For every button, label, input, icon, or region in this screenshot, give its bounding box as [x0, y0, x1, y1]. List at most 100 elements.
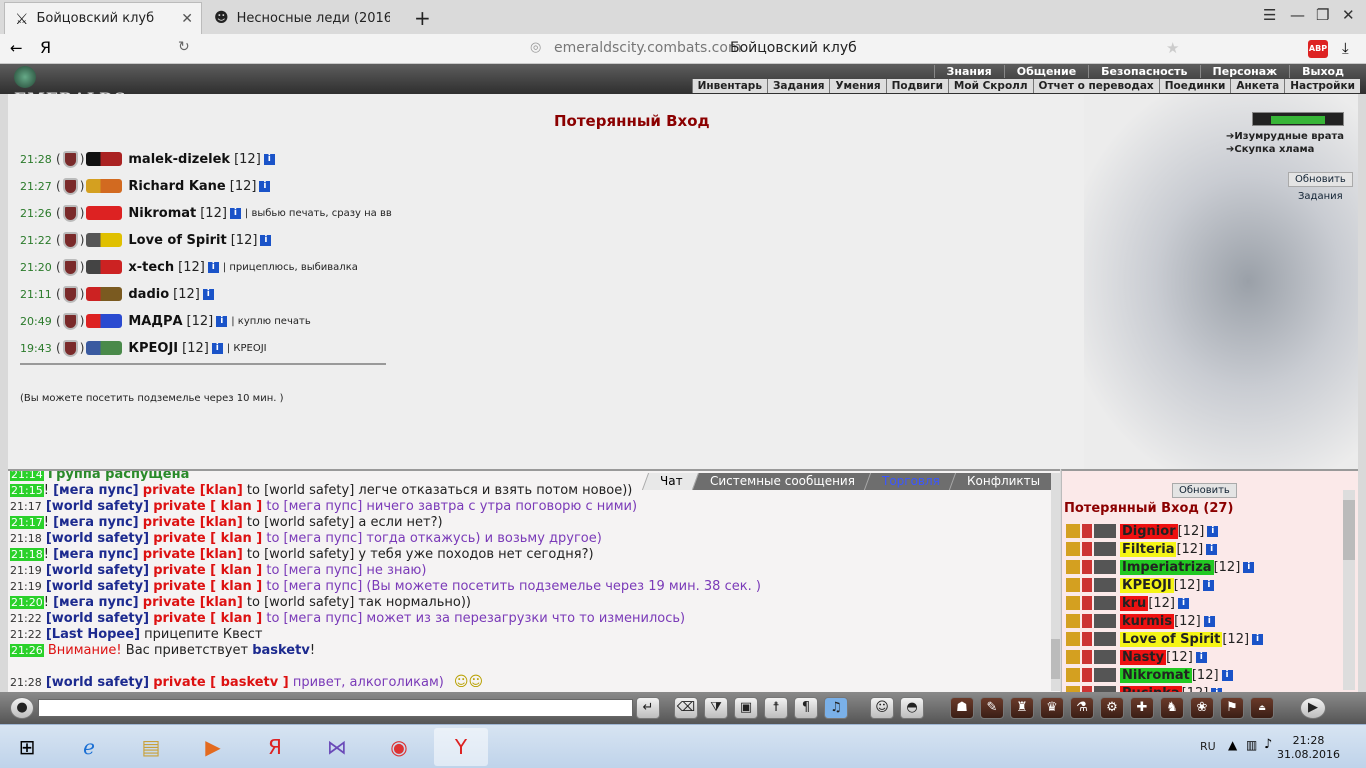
skill-9-icon[interactable]: ❀ — [1190, 697, 1214, 719]
close-icon[interactable]: ✕ — [181, 11, 193, 27]
clan-shield-icon[interactable] — [62, 258, 78, 276]
skill-1-icon[interactable]: ☗ — [950, 697, 974, 719]
exit-icon[interactable]: ⏏ — [1250, 697, 1274, 719]
align-badge-icon[interactable] — [86, 206, 123, 220]
visitor-nick[interactable]: Richard Kane — [128, 179, 225, 194]
chat-input[interactable] — [38, 699, 633, 717]
windows-start-icon[interactable]: ⊞ — [0, 728, 54, 766]
user-nick[interactable]: Love of Spirit — [1120, 631, 1223, 647]
visitor-nick[interactable]: Nikromat — [128, 206, 196, 221]
user-nick[interactable]: kurmis — [1120, 613, 1175, 629]
chat-sender[interactable]: [world safety] — [46, 611, 149, 626]
info-icon[interactable]: i — [1178, 597, 1189, 609]
refresh-button[interactable]: Обновить — [1288, 172, 1353, 187]
yandex-icon[interactable]: Я — [40, 38, 51, 57]
play-icon[interactable]: ▶ — [1300, 697, 1326, 719]
url-text[interactable]: emeraldscity.combats.com — [554, 40, 742, 56]
info-icon[interactable]: i — [1206, 543, 1218, 555]
scroll-thumb[interactable] — [1343, 500, 1355, 560]
translit-icon[interactable]: ¶ — [794, 697, 818, 719]
user-nick[interactable]: kru — [1120, 595, 1149, 611]
language-indicator[interactable]: RU — [1200, 740, 1216, 753]
info-icon[interactable]: i — [1203, 579, 1215, 591]
menu-knowledge[interactable]: Знания — [933, 65, 1004, 78]
align-badge-icon[interactable] — [86, 260, 123, 274]
visitor-nick[interactable]: x-tech — [128, 260, 174, 275]
eraser-icon[interactable]: ⌫ — [674, 697, 698, 719]
new-tab-button[interactable]: + — [404, 2, 434, 34]
user-badges-icon[interactable] — [1066, 578, 1116, 592]
clan-shield-icon[interactable] — [62, 204, 78, 222]
chat-recipient[interactable]: to [мега пупс] — [266, 563, 362, 578]
user-nick[interactable]: Nasty — [1120, 649, 1167, 665]
chat-recipient[interactable]: to [мега пупс] — [266, 611, 362, 626]
chat-sender[interactable]: [мега пупс] — [53, 483, 139, 498]
skill-7-icon[interactable]: ✚ — [1130, 697, 1154, 719]
chrome-icon[interactable]: ◉ — [372, 728, 426, 766]
chat-recipient[interactable]: to [world safety] — [247, 547, 354, 562]
chat-sender[interactable]: [world safety] — [46, 675, 149, 690]
visitor-nick[interactable]: КРЕОЈІ — [128, 341, 178, 356]
submenu-settings[interactable]: Настройки — [1284, 79, 1360, 93]
chat-mode-icon[interactable]: ● — [10, 697, 34, 719]
clan-shield-icon[interactable] — [62, 339, 78, 357]
chat-recipient[interactable]: to [мега пупс] — [266, 531, 362, 546]
minimize-icon[interactable]: — — [1290, 6, 1305, 24]
chat-sender[interactable]: [мега пупс] — [53, 595, 139, 610]
close-window-icon[interactable]: ✕ — [1342, 6, 1355, 24]
chat-scrollbar[interactable] — [1051, 473, 1060, 691]
skill-5-icon[interactable]: ⚗ — [1070, 697, 1094, 719]
visitor-nick[interactable]: malek-dizelek — [128, 152, 230, 167]
link-junk-buyer[interactable]: ➔Скупка хлама — [1226, 143, 1350, 156]
adblock-icon[interactable]: ABP — [1308, 40, 1328, 58]
user-badges-icon[interactable] — [1066, 632, 1116, 646]
user-nick[interactable]: Nikromat — [1120, 667, 1192, 683]
reload-icon[interactable]: ↻ — [178, 39, 190, 55]
clan-shield-icon[interactable] — [62, 312, 78, 330]
chat-recipient[interactable]: to [мега пупс] — [266, 579, 362, 594]
chat-sender[interactable]: [world safety] — [46, 499, 149, 514]
align-badge-icon[interactable] — [86, 179, 123, 193]
info-icon[interactable]: i — [260, 234, 272, 246]
star-icon[interactable]: ★ — [1166, 39, 1179, 57]
chat-sender[interactable]: [world safety] — [46, 531, 149, 546]
yandex-browser-icon[interactable]: Я — [248, 728, 302, 766]
filter-icon[interactable]: ⧩ — [704, 697, 728, 719]
person-icon[interactable]: ☨ — [764, 697, 788, 719]
info-icon[interactable]: i — [1221, 669, 1233, 681]
tab-combats[interactable]: ⚔ Бойцовский клуб ✕ — [4, 2, 202, 34]
tray-arrow-icon[interactable]: ▲ — [1228, 738, 1237, 752]
skill-8-icon[interactable]: ♞ — [1160, 697, 1184, 719]
tab-conflicts[interactable]: Конфликты — [948, 473, 1058, 490]
send-icon[interactable]: ↵ — [636, 697, 660, 719]
info-icon[interactable]: i — [1252, 633, 1264, 645]
skill-3-icon[interactable]: ♜ — [1010, 697, 1034, 719]
userlist-refresh-button[interactable]: Обновить — [1172, 483, 1237, 498]
network-icon[interactable]: ▥ — [1246, 738, 1257, 752]
save-log-icon[interactable]: ▣ — [734, 697, 758, 719]
info-icon[interactable]: i — [1207, 525, 1219, 537]
skill-2-icon[interactable]: ✎ — [980, 697, 1004, 719]
menu-icon[interactable]: ☰ — [1263, 6, 1276, 24]
download-icon[interactable]: ⤓ — [1342, 39, 1349, 57]
link-emerald-gates[interactable]: ➔Изумрудные врата — [1226, 130, 1350, 143]
user-badges-icon[interactable] — [1066, 650, 1116, 664]
media-icon[interactable]: ▶ — [186, 728, 240, 766]
info-icon[interactable]: i — [1195, 651, 1207, 663]
user-nick[interactable]: Filteria — [1120, 541, 1177, 557]
submenu-scroll[interactable]: Мой Скролл — [947, 79, 1033, 93]
user-nick[interactable]: КРЕОЈІ — [1120, 577, 1174, 593]
chat-sender[interactable]: [world safety] — [46, 579, 149, 594]
tasks-button[interactable]: Задания — [1292, 190, 1349, 203]
submenu-profile[interactable]: Анкета — [1230, 79, 1284, 93]
explorer-icon[interactable]: ▤ — [124, 728, 178, 766]
align-badge-icon[interactable] — [86, 287, 123, 301]
info-icon[interactable]: i — [1203, 615, 1215, 627]
user-nick[interactable]: Dignior — [1120, 523, 1178, 539]
submenu-skills[interactable]: Умения — [829, 79, 885, 93]
align-badge-icon[interactable] — [86, 233, 123, 247]
user-badges-icon[interactable] — [1066, 596, 1116, 610]
chat-recipient[interactable]: to [world safety] — [247, 483, 354, 498]
info-icon[interactable]: i — [1243, 561, 1255, 573]
user-badges-icon[interactable] — [1066, 614, 1116, 628]
